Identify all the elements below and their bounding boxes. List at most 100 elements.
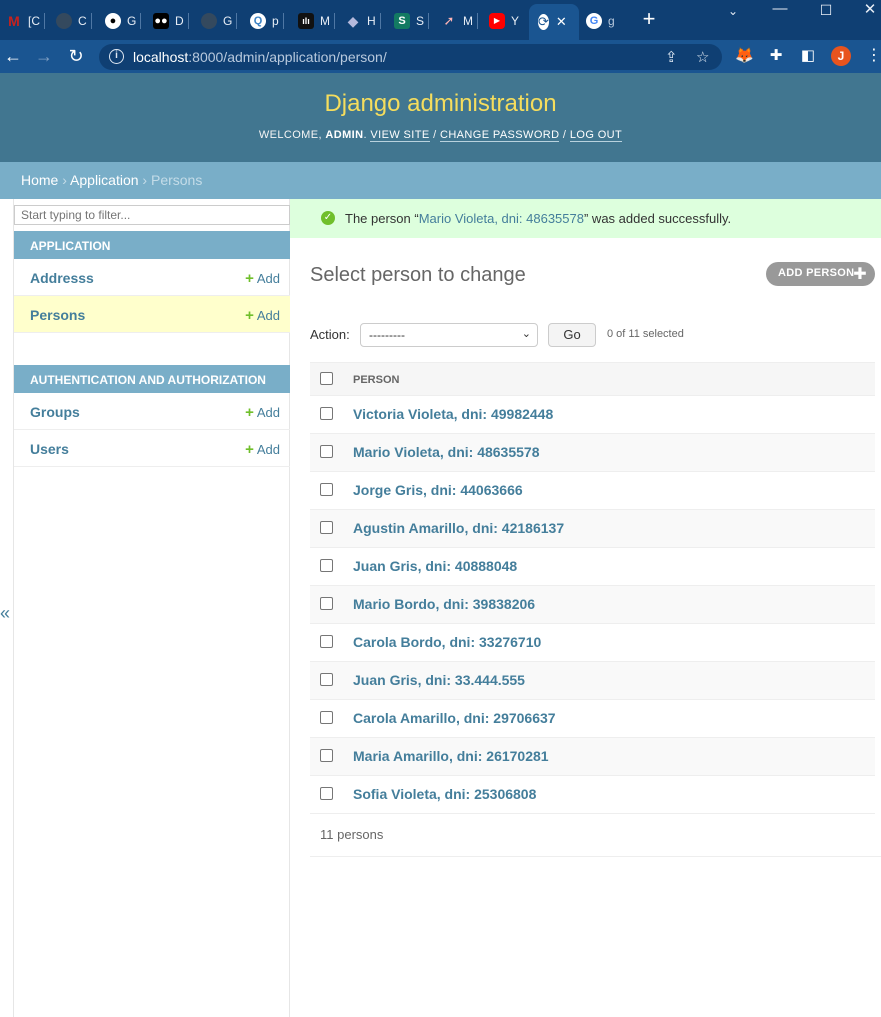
site-brand[interactable]: Django administration bbox=[0, 90, 881, 118]
close-icon[interactable]: ✕ bbox=[556, 14, 567, 30]
browser-tab[interactable]: Q p bbox=[250, 9, 284, 33]
sidebar-item-persons: Persons + Add bbox=[14, 296, 290, 333]
toggle-sidebar-button[interactable]: « bbox=[0, 603, 10, 624]
add-users-link[interactable]: + Add bbox=[245, 441, 280, 458]
minimize-icon[interactable]: — bbox=[765, 0, 795, 22]
table-row: Carola Amarillo, dni: 29706637 bbox=[310, 700, 875, 738]
action-select[interactable]: --------- ⌄ bbox=[360, 323, 538, 347]
row-checkbox[interactable] bbox=[320, 483, 333, 496]
person-link[interactable]: Juan Gris, dni: 40888048 bbox=[353, 558, 517, 574]
nav-filter-input[interactable] bbox=[14, 205, 290, 225]
browser-tab[interactable]: C bbox=[56, 9, 92, 33]
row-checkbox[interactable] bbox=[320, 787, 333, 800]
module-caption-auth[interactable]: Authentication and Authorization bbox=[14, 365, 290, 393]
row-checkbox[interactable] bbox=[320, 521, 333, 534]
row-checkbox[interactable] bbox=[320, 749, 333, 762]
person-link[interactable]: Mario Bordo, dni: 39838206 bbox=[353, 596, 535, 612]
add-groups-link[interactable]: + Add bbox=[245, 404, 280, 421]
person-link[interactable]: Carola Amarillo, dni: 29706637 bbox=[353, 710, 556, 726]
person-link[interactable]: Sofia Violeta, dni: 25306808 bbox=[353, 786, 536, 802]
add-addresss-link[interactable]: + Add bbox=[245, 270, 280, 287]
row-checkbox[interactable] bbox=[320, 597, 333, 610]
person-link[interactable]: Mario Violeta, dni: 48635578 bbox=[353, 444, 540, 460]
person-link[interactable]: Juan Gris, dni: 33.444.555 bbox=[353, 672, 525, 688]
sidebar-item-label[interactable]: Users bbox=[30, 441, 69, 457]
table-row: Sofia Violeta, dni: 25306808 bbox=[310, 776, 875, 814]
django-icon: ⟳ bbox=[538, 14, 549, 30]
browser-tab[interactable]: M [C bbox=[6, 9, 45, 33]
result-list-table: Person Victoria Violeta, dni: 49982448 M… bbox=[310, 362, 875, 814]
sidebar-item-label[interactable]: Addresss bbox=[30, 270, 94, 286]
browser-tab[interactable]: ● G bbox=[105, 9, 142, 33]
star-icon[interactable]: ☆ bbox=[696, 48, 709, 66]
sidebar-item-label[interactable]: Groups bbox=[30, 404, 80, 420]
plus-icon: ✚ bbox=[853, 266, 867, 283]
row-checkbox[interactable] bbox=[320, 559, 333, 572]
browser-tab[interactable]: ılı M bbox=[298, 9, 335, 33]
browser-tab[interactable]: ●● D bbox=[153, 9, 189, 33]
profile-avatar[interactable]: J bbox=[831, 46, 851, 66]
search-icon: Q bbox=[250, 13, 266, 29]
browser-tab-active[interactable]: ⟳ ✕ bbox=[529, 4, 579, 40]
gmail-icon: M bbox=[8, 13, 20, 29]
tab-search-icon[interactable]: ⌄ bbox=[718, 4, 748, 26]
row-checkbox[interactable] bbox=[320, 445, 333, 458]
row-checkbox[interactable] bbox=[320, 711, 333, 724]
youtube-icon: ▶ bbox=[489, 13, 505, 29]
browser-tab[interactable]: G bbox=[201, 9, 238, 33]
person-link[interactable]: Victoria Violeta, dni: 49982448 bbox=[353, 406, 553, 422]
forward-icon[interactable]: → bbox=[34, 46, 54, 66]
plus-icon: + bbox=[245, 441, 254, 458]
plus-icon: + bbox=[245, 307, 254, 324]
reload-icon[interactable]: ↻ bbox=[66, 46, 86, 66]
sidebar-item-label[interactable]: Persons bbox=[30, 307, 85, 323]
window-close-icon[interactable]: ✕ bbox=[855, 0, 881, 22]
address-bar[interactable]: i localhost:8000/admin/application/perso… bbox=[99, 44, 722, 70]
browser-tab[interactable]: ◆ H bbox=[345, 9, 381, 33]
maximize-icon[interactable]: ☐ bbox=[811, 2, 841, 24]
select-all-checkbox[interactable] bbox=[320, 372, 333, 385]
site-info-icon[interactable]: i bbox=[109, 49, 124, 64]
table-row: Juan Gris, dni: 40888048 bbox=[310, 548, 875, 586]
browser-tab[interactable]: ▶ Y bbox=[489, 9, 519, 33]
row-checkbox[interactable] bbox=[320, 407, 333, 420]
table-row: Jorge Gris, dni: 44063666 bbox=[310, 472, 875, 510]
change-password-link[interactable]: Change password bbox=[439, 129, 560, 142]
new-tab-button[interactable]: + bbox=[638, 8, 660, 32]
metamask-icon[interactable]: 🦊 bbox=[735, 47, 754, 65]
person-link[interactable]: Agustin Amarillo, dni: 42186137 bbox=[353, 520, 564, 536]
browser-tab[interactable]: ➚ M bbox=[441, 9, 478, 33]
back-icon[interactable]: ← bbox=[3, 46, 23, 66]
person-link[interactable]: Carola Bordo, dni: 33276710 bbox=[353, 634, 541, 650]
url-text[interactable]: localhost:8000/admin/application/person/ bbox=[133, 49, 387, 65]
breadcrumb-home[interactable]: Home bbox=[21, 172, 58, 188]
view-site-link[interactable]: View site bbox=[370, 129, 430, 142]
log-out-link[interactable]: Log out bbox=[569, 129, 623, 142]
plus-icon: + bbox=[245, 270, 254, 287]
row-checkbox[interactable] bbox=[320, 635, 333, 648]
column-header-person[interactable]: Person bbox=[353, 374, 399, 386]
welcome-text: Welcome, bbox=[258, 129, 322, 141]
user-tools: Welcome, admin. View site / Change passw… bbox=[258, 129, 623, 142]
share-icon[interactable]: ⇪ bbox=[665, 48, 678, 66]
success-message: ✓ The person “Mario Violeta, dni: 486355… bbox=[290, 199, 881, 238]
row-checkbox[interactable] bbox=[320, 673, 333, 686]
table-row: Agustin Amarillo, dni: 42186137 bbox=[310, 510, 875, 548]
go-button[interactable]: Go bbox=[548, 323, 596, 347]
chevron-down-icon: ⌄ bbox=[521, 328, 531, 340]
person-link[interactable]: Maria Amarillo, dni: 26170281 bbox=[353, 748, 549, 764]
person-link[interactable]: Jorge Gris, dni: 44063666 bbox=[353, 482, 523, 498]
side-panel-icon[interactable]: ◧ bbox=[799, 47, 817, 65]
module-caption-application[interactable]: Application bbox=[14, 231, 290, 259]
browser-tab[interactable]: S S bbox=[394, 9, 430, 33]
rocket-icon: ➚ bbox=[443, 13, 455, 28]
s-icon: S bbox=[394, 13, 410, 29]
add-persons-link[interactable]: + Add bbox=[245, 307, 280, 324]
menu-icon[interactable]: ⋮ bbox=[866, 46, 881, 66]
breadcrumb-application[interactable]: Application bbox=[70, 172, 139, 188]
browser-tab[interactable]: G g bbox=[586, 9, 615, 33]
google-icon: G bbox=[586, 13, 602, 29]
message-person-link[interactable]: Mario Violeta, dni: 48635578 bbox=[419, 211, 584, 226]
add-person-button[interactable]: Add person ✚ bbox=[766, 262, 875, 286]
extensions-icon[interactable]: ✚ bbox=[767, 47, 785, 65]
